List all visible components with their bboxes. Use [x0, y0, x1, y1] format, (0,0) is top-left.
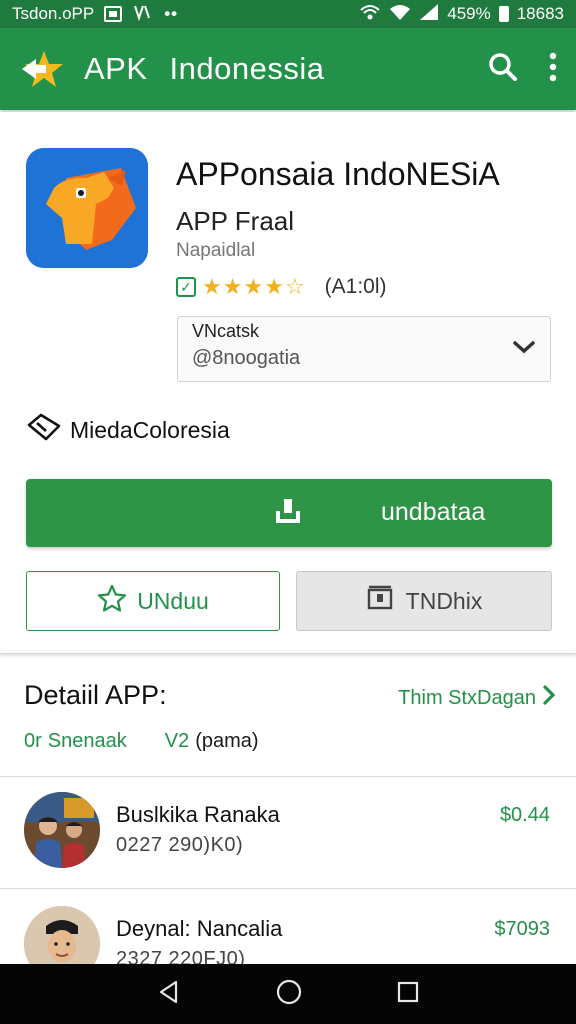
recents-icon[interactable] [396, 980, 420, 1009]
status-bar: Tsdon.oPP •• 459% 18683 [0, 0, 576, 28]
star-icon: ★ [243, 274, 264, 299]
search-icon[interactable] [488, 52, 518, 87]
tindak-label: TNDhix [405, 587, 483, 614]
meta-item-size: 0r Snenaak [24, 730, 127, 752]
rating-row: ✓ ★ ★ ★ ★ ☆ (A1:0l) [176, 274, 387, 300]
clock: 18683 [516, 4, 564, 23]
star-arrow-icon [22, 51, 63, 87]
version-icon: V2 [164, 730, 190, 752]
size-icon: 0r [24, 730, 42, 752]
chevron-down-icon [512, 339, 536, 360]
app-subtitle: APP Fraal [176, 206, 295, 236]
tindak-button[interactable]: TNDhix [296, 571, 552, 631]
rating-stars: ★ ★ ★ ★ ☆ [202, 274, 305, 300]
download-button[interactable]: undbataa [26, 479, 552, 547]
download-icon [274, 497, 302, 532]
avatar [24, 792, 100, 868]
signal-icon [419, 3, 439, 26]
more-options-icon[interactable] [548, 52, 558, 87]
wifi-icon [389, 3, 411, 26]
notification-icon [104, 6, 123, 22]
list-item-title: Buslkika Ranaka [116, 802, 280, 827]
details-meta-row: 0r Snenaak V2 (pama) [24, 730, 259, 753]
rating-count: (A1:0l) [324, 275, 387, 298]
meta-item-version: V2 (pama) [164, 730, 259, 752]
list-item-price: $0.44 [499, 804, 550, 826]
tag-icon [26, 412, 62, 448]
hotspot-icon [359, 3, 381, 26]
carrier-text: Tsdon.oPP [12, 4, 95, 23]
divider [0, 776, 576, 777]
list-item-title: Deynal: Nancalia [116, 916, 283, 941]
battery-icon [498, 6, 509, 22]
star-icon: ★ [264, 274, 284, 299]
chevron-right-icon [542, 684, 556, 712]
download-label: undbataa [381, 498, 486, 526]
verified-icon: ✓ [176, 277, 196, 297]
category-label: MiedaColoresia [70, 416, 230, 443]
list-item-subtitle: 0227 290)K0) [116, 834, 244, 856]
category-row[interactable]: MiedaColoresia [26, 412, 230, 448]
list-item-price: $7093 [494, 918, 550, 940]
app-info-card: APPonsaia IndoNESiA APP Fraal Napaidlal … [0, 112, 576, 654]
details-heading: Detaiil APP: [24, 680, 167, 710]
unduh-label: UNduu [137, 587, 209, 614]
logo-back-button[interactable] [18, 45, 66, 93]
version-label: VNcatsk [192, 321, 260, 341]
version-dropdown[interactable]: VNcatsk @8noogatia [177, 316, 551, 382]
home-icon[interactable] [275, 978, 303, 1011]
system-nav-bar [0, 964, 576, 1024]
app-bar-title: APK Indonessia [84, 51, 325, 86]
version-value: @8noogatia [192, 347, 301, 369]
divider [0, 888, 576, 889]
star-icon: ★ [222, 274, 243, 299]
app-bar: APK Indonessia [0, 28, 576, 110]
battery-percent: 459% [447, 4, 491, 23]
list-item[interactable]: Buslkika Ranaka 0227 290)K0) $0.44 [0, 778, 576, 890]
vibrate-icon [132, 3, 154, 26]
archive-icon [366, 585, 394, 617]
star-icon: ★ [202, 274, 222, 299]
star-outline-icon [97, 584, 127, 618]
app-name: APPonsaia IndoNESiA [176, 156, 500, 192]
app-developer: Napaidlal [176, 240, 256, 261]
half-star-icon: ☆ [284, 274, 305, 299]
details-see-more-link[interactable]: Thim StxDagan [398, 684, 556, 712]
back-icon[interactable] [156, 979, 182, 1010]
more-notifications-icon: •• [164, 4, 179, 23]
unduh-button[interactable]: UNduu [26, 571, 280, 631]
app-icon [26, 148, 148, 268]
